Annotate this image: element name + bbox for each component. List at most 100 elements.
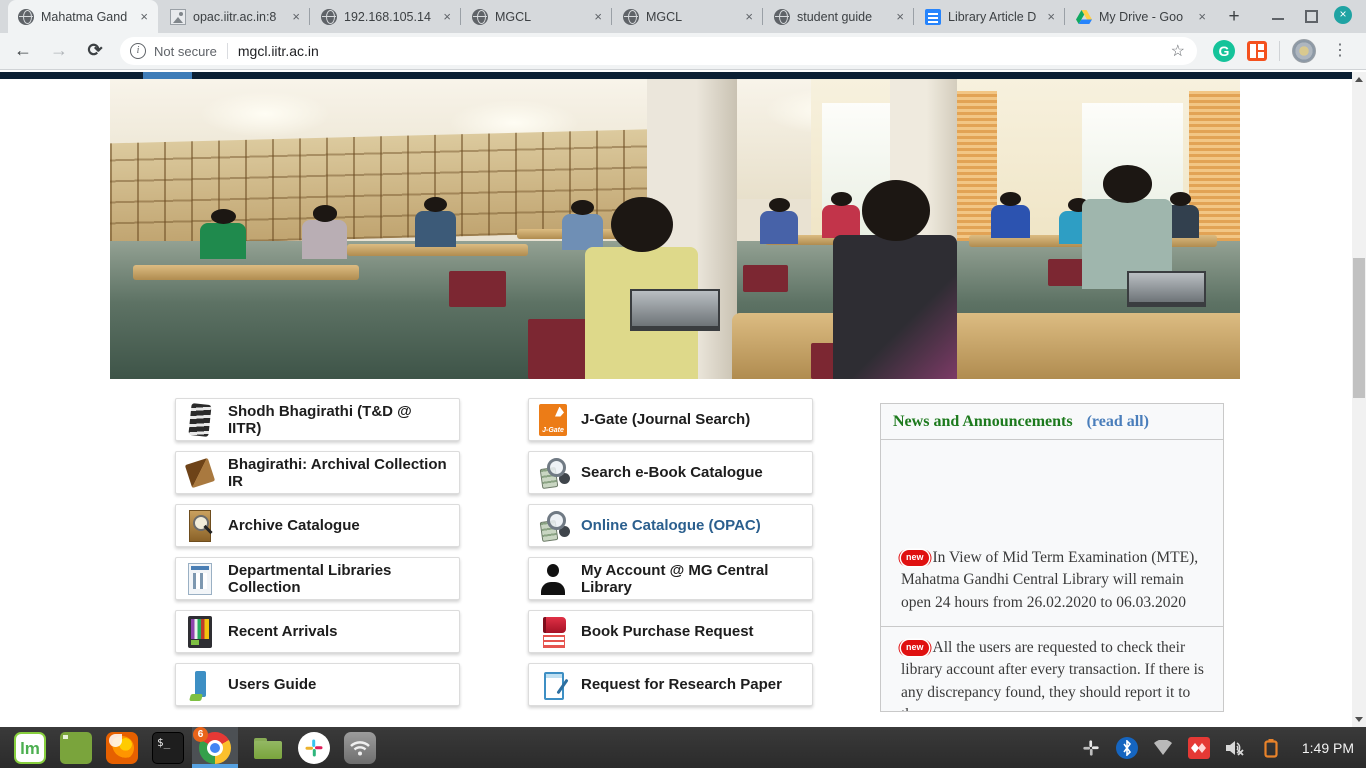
link-label: Archive Catalogue	[228, 517, 360, 534]
file-manager-icon[interactable]	[252, 732, 284, 764]
clock[interactable]: 1:49 PM	[1302, 740, 1354, 756]
book-search-icon	[540, 510, 566, 542]
mint-menu-button[interactable]: lm	[14, 732, 46, 764]
window-close-icon[interactable]: ×	[1334, 6, 1352, 24]
link-jgate[interactable]: J-Gate (Journal Search)	[528, 398, 813, 441]
link-search-ebook[interactable]: Search e-Book Catalogue	[528, 451, 813, 494]
archival-book-icon	[185, 457, 215, 487]
page-viewport: Shodh Bhagirathi (T&D @ IITR) Bhagirathi…	[0, 70, 1366, 727]
link-label: Search e-Book Catalogue	[581, 464, 763, 481]
red-book-icon	[541, 616, 565, 648]
link-book-purchase[interactable]: Book Purchase Request	[528, 610, 813, 653]
slack-tray-icon[interactable]	[1080, 737, 1102, 759]
tab-opac[interactable]: opac.iitr.ac.in:8 ×	[160, 0, 310, 33]
new-tab-button[interactable]: +	[1222, 5, 1246, 29]
link-label: Online Catalogue (OPAC)	[581, 517, 761, 534]
news-item: newAll the users are requested to check …	[881, 627, 1223, 711]
book-search-icon	[540, 457, 566, 489]
tab-title: Library Article D	[948, 10, 1038, 24]
news-header: News and Announcements (read all)	[881, 404, 1223, 440]
globe-favicon	[472, 9, 488, 25]
tab-close-icon[interactable]: ×	[1196, 9, 1208, 24]
image-favicon	[170, 9, 186, 25]
read-all-link[interactable]: (read all)	[1087, 413, 1149, 431]
tab-title: MGCL	[495, 10, 585, 24]
address-bar[interactable]: i Not secure mgcl.iitr.ac.in ☆	[120, 37, 1197, 65]
anydesk-icon[interactable]	[1188, 737, 1210, 759]
link-opac[interactable]: Online Catalogue (OPAC)	[528, 504, 813, 547]
tab-close-icon[interactable]: ×	[138, 9, 150, 24]
tab-close-icon[interactable]: ×	[592, 9, 604, 24]
scroll-up-icon[interactable]	[1352, 72, 1366, 86]
terminal-icon[interactable]: $_	[152, 732, 184, 764]
news-title: News and Announcements	[893, 413, 1073, 431]
new-badge: new	[901, 640, 929, 656]
grammarly-extension-icon[interactable]: G	[1213, 40, 1235, 62]
browser-menu-icon[interactable]: ⋮	[1328, 46, 1352, 56]
tab-strip: Mahatma Gand × opac.iitr.ac.in:8 × 192.1…	[0, 0, 1366, 33]
link-my-account[interactable]: My Account @ MG Central Library	[528, 557, 813, 600]
show-desktop-button[interactable]	[60, 732, 92, 764]
slack-logo	[304, 738, 324, 758]
tab-mgcl-1[interactable]: MGCL ×	[462, 0, 612, 33]
thesis-stack-icon	[188, 403, 211, 437]
tab-ip-address[interactable]: 192.168.105.14 ×	[311, 0, 461, 33]
security-label: Not secure	[154, 44, 217, 59]
tab-library-article[interactable]: Library Article D ×	[915, 0, 1065, 33]
omnibox-divider	[227, 43, 228, 59]
photo-laptop	[1127, 271, 1206, 307]
link-label: My Account @ MG Central Library	[581, 562, 802, 596]
link-departmental-libraries[interactable]: Departmental Libraries Collection	[175, 557, 460, 600]
tab-close-icon[interactable]: ×	[743, 9, 755, 24]
link-users-guide[interactable]: Users Guide	[175, 663, 460, 706]
link-bhagirathi-archival[interactable]: Bhagirathi: Archival Collection IR	[175, 451, 460, 494]
link-label: Book Purchase Request	[581, 623, 754, 640]
library-reading-room-photo	[110, 79, 1240, 379]
forward-icon[interactable]: →	[46, 38, 72, 64]
clipboard-pen-icon	[542, 669, 564, 701]
department-building-icon	[188, 563, 212, 595]
reload-icon[interactable]: ⟳	[82, 38, 108, 64]
chrome-window-count-badge: 6	[193, 727, 208, 742]
tab-student-guide[interactable]: student guide ×	[764, 0, 914, 33]
link-recent-arrivals[interactable]: Recent Arrivals	[175, 610, 460, 653]
new-badge: new	[901, 550, 929, 566]
scrollbar-thumb[interactable]	[1353, 258, 1365, 398]
site-navbar-active-item[interactable]	[143, 72, 192, 79]
wifi-tray-icon[interactable]	[1152, 737, 1174, 759]
link-research-paper[interactable]: Request for Research Paper	[528, 663, 813, 706]
info-icon[interactable]: i	[130, 43, 146, 59]
link-shodh-bhagirathi[interactable]: Shodh Bhagirathi (T&D @ IITR)	[175, 398, 460, 441]
firefox-icon[interactable]	[106, 732, 138, 764]
bookmark-star-icon[interactable]: ☆	[1169, 41, 1187, 61]
tab-close-icon[interactable]: ×	[290, 9, 302, 24]
minimize-icon[interactable]	[1270, 7, 1286, 23]
tab-mgcl-2[interactable]: MGCL ×	[613, 0, 763, 33]
page-scrollbar[interactable]	[1352, 72, 1366, 727]
back-icon[interactable]: ←	[10, 38, 36, 64]
system-tray: 1:49 PM	[1080, 737, 1366, 759]
browser-window: Mahatma Gand × opac.iitr.ac.in:8 × 192.1…	[0, 0, 1366, 727]
link-label: J-Gate (Journal Search)	[581, 411, 750, 428]
tab-close-icon[interactable]: ×	[894, 9, 906, 24]
link-archive-catalogue[interactable]: Archive Catalogue	[175, 504, 460, 547]
tab-close-icon[interactable]: ×	[1045, 9, 1057, 24]
battery-icon[interactable]	[1260, 737, 1282, 759]
bluetooth-icon[interactable]	[1116, 737, 1138, 759]
restore-icon[interactable]	[1302, 7, 1318, 23]
link-label: Departmental Libraries Collection	[228, 562, 449, 596]
slack-icon[interactable]	[298, 732, 330, 764]
scroll-down-icon[interactable]	[1352, 713, 1366, 727]
catalogue-card-icon	[189, 510, 211, 542]
url-text[interactable]: mgcl.iitr.ac.in	[238, 43, 1169, 59]
globe-favicon	[774, 9, 790, 25]
wifi-app-icon[interactable]	[344, 732, 376, 764]
volume-muted-icon[interactable]	[1224, 737, 1246, 759]
chrome-taskbar-item[interactable]: 6	[192, 727, 238, 768]
profile-avatar[interactable]	[1292, 39, 1316, 63]
orange-grid-extension-icon[interactable]	[1247, 41, 1267, 61]
tab-mahatma-gandhi[interactable]: Mahatma Gand ×	[8, 0, 158, 33]
tab-close-icon[interactable]: ×	[441, 9, 453, 24]
tab-my-drive[interactable]: My Drive - Goo ×	[1066, 0, 1216, 33]
wifi-glyph	[349, 739, 371, 757]
